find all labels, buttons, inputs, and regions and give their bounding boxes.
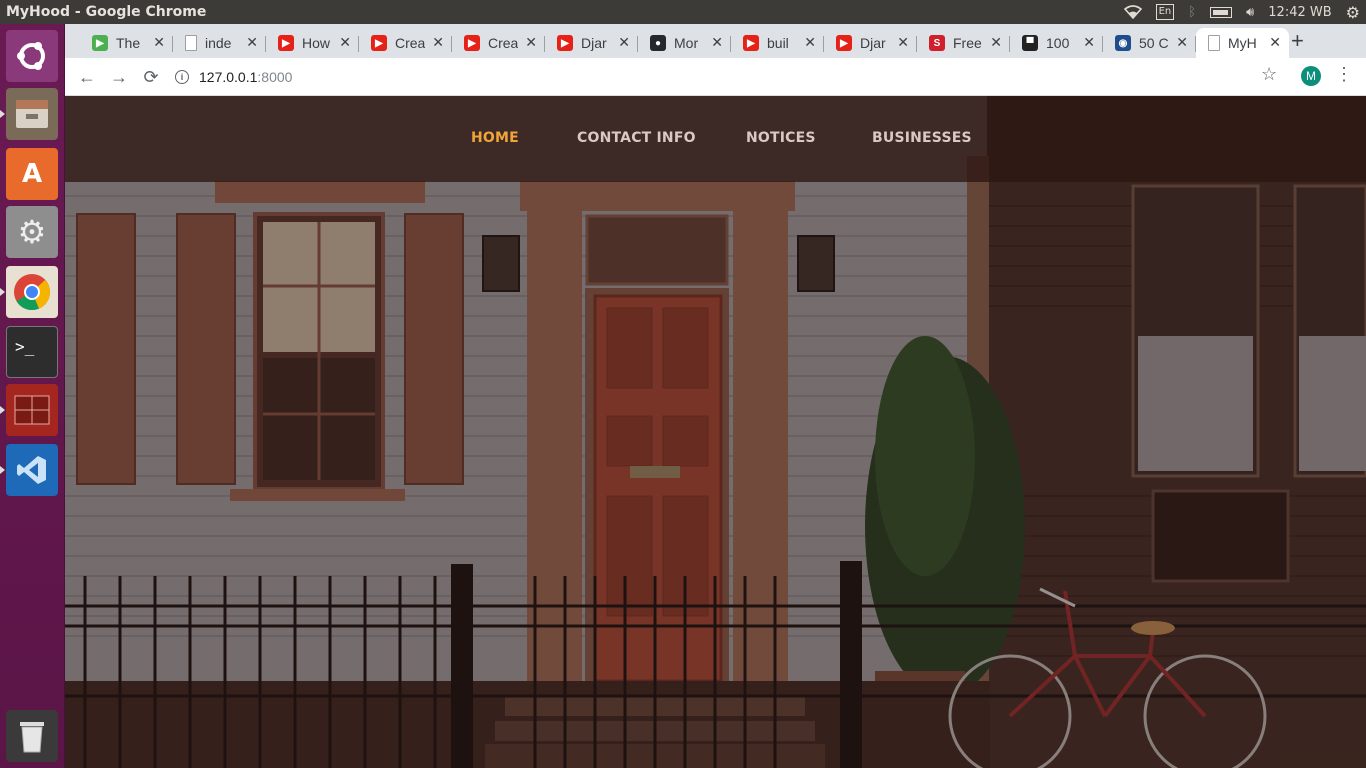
clock[interactable]: 12:42 WB [1268, 5, 1331, 20]
terminal-icon[interactable]: >_ [6, 326, 58, 378]
youtube-icon: ▶ [836, 35, 852, 51]
keyboard-layout-indicator[interactable]: En [1155, 4, 1175, 20]
tab-close-icon[interactable]: ✕ [432, 34, 444, 51]
back-button[interactable]: ← [75, 65, 99, 89]
tab-title: How [302, 35, 331, 51]
profile-avatar[interactable]: M [1301, 66, 1321, 86]
volume-icon[interactable]: 🔊︎ [1246, 5, 1254, 20]
browser-menu-icon[interactable]: ⋮ [1335, 64, 1353, 85]
youtube-icon: ▶ [464, 35, 480, 51]
nav-notices[interactable]: NOTICES [746, 130, 816, 146]
github-icon: ● [650, 35, 666, 51]
tab-close-icon[interactable]: ✕ [339, 34, 351, 51]
tab-title: 50 C [1139, 35, 1169, 51]
tab-close-icon[interactable]: ✕ [246, 34, 258, 51]
trash-icon[interactable] [6, 710, 58, 762]
files-icon[interactable] [0, 88, 58, 140]
site-info-icon[interactable]: i [175, 70, 189, 84]
tab-close-icon[interactable]: ✕ [1176, 34, 1188, 51]
play-icon: ▶ [92, 35, 108, 51]
address-bar[interactable]: i 127.0.0.1:8000 [175, 65, 292, 89]
unity-launcher: A ⚙ >_ [0, 24, 65, 768]
nav-home[interactable]: HOME [471, 130, 519, 146]
window-title: MyHood - Google Chrome [6, 4, 207, 20]
globe-icon: ◉ [1115, 35, 1131, 51]
tab-title: The [116, 35, 141, 51]
forward-button[interactable]: → [107, 65, 131, 89]
browser-tab[interactable]: ▶ Crea ✕ [359, 28, 452, 58]
youtube-icon: ▶ [371, 35, 387, 51]
tab-close-icon[interactable]: ✕ [1269, 34, 1281, 51]
tab-title: Djar [581, 35, 607, 51]
s-icon: S [929, 35, 945, 51]
browser-tab[interactable]: ▶ Djar ✕ [824, 28, 917, 58]
tab-title: buil [767, 35, 789, 51]
browser-tab[interactable]: ▶ Crea ✕ [452, 28, 545, 58]
vscode-icon[interactable] [0, 444, 58, 496]
tab-close-icon[interactable]: ✕ [153, 34, 165, 51]
reload-button[interactable]: ⟳ [139, 65, 163, 89]
tab-title: Free [953, 35, 982, 51]
software-center-icon[interactable]: A [6, 148, 58, 200]
browser-tab[interactable]: ▶ How ✕ [266, 28, 359, 58]
tab-close-icon[interactable]: ✕ [897, 34, 909, 51]
tab-title: Crea [395, 35, 425, 51]
bookmark-star-icon[interactable]: ☆ [1261, 64, 1277, 85]
browser-toolbar: ← → ⟳ i 127.0.0.1:8000 ☆ M ⋮ [65, 58, 1366, 96]
tab-title: 100 [1046, 35, 1070, 51]
ubuntu-top-panel: MyHood - Google Chrome En ᛒ 🔊︎ 12:42 WB … [0, 0, 1366, 24]
browser-tab[interactable]: ▶ Djar ✕ [545, 28, 638, 58]
tab-close-icon[interactable]: ✕ [804, 34, 816, 51]
chrome-icon[interactable] [0, 266, 58, 318]
battery-icon[interactable] [1210, 6, 1233, 18]
ubuntu-dash-icon[interactable] [6, 30, 58, 82]
new-tab-button[interactable]: + [1291, 28, 1304, 54]
system-settings-icon[interactable]: ⚙ [6, 206, 58, 258]
tab-title: Mor [674, 35, 699, 51]
browser-tab[interactable]: ◉ 50 C ✕ [1103, 28, 1196, 58]
tab-close-icon[interactable]: ✕ [990, 34, 1002, 51]
tab-title: MyH [1228, 35, 1257, 51]
browser-tab[interactable]: ▶ buil ✕ [731, 28, 824, 58]
page-icon [1208, 35, 1220, 51]
tab-close-icon[interactable]: ✕ [525, 34, 537, 51]
tab-title: inde [205, 35, 232, 51]
browser-tab[interactable]: inde ✕ [173, 28, 266, 58]
wifi-icon[interactable] [1123, 5, 1142, 19]
browser-tab[interactable]: ▀ 100 ✕ [1010, 28, 1103, 58]
url-host: 127.0.0.1 [199, 69, 258, 85]
browser-tab[interactable]: ▶ The ✕ [80, 28, 173, 58]
youtube-icon: ▶ [278, 35, 294, 51]
tab-close-icon[interactable]: ✕ [618, 34, 630, 51]
settings-gear-icon[interactable]: ⚙ [1346, 3, 1360, 22]
url-port: :8000 [257, 69, 293, 85]
tab-close-icon[interactable]: ✕ [1083, 34, 1095, 51]
browser-tab[interactable]: S Free ✕ [917, 28, 1010, 58]
page-icon [185, 35, 197, 51]
bluetooth-icon[interactable]: ᛒ [1188, 5, 1196, 20]
nav-contact-info[interactable]: CONTACT INFO [577, 130, 696, 146]
browser-tab[interactable]: MyH ✕ [1196, 28, 1289, 58]
tab-close-icon[interactable]: ✕ [711, 34, 723, 51]
youtube-icon: ▶ [557, 35, 573, 51]
nav-businesses[interactable]: BUSINESSES [872, 130, 972, 146]
terminator-icon[interactable] [0, 384, 58, 436]
tab-title: Crea [488, 35, 518, 51]
system-tray: En ᛒ 🔊︎ 12:42 WB ⚙ [1123, 0, 1360, 24]
image-tint-overlay [65, 96, 1366, 768]
tab-title: Djar [860, 35, 886, 51]
tab-strip: ▶ The ✕ inde ✕ ▶ How ✕ ▶ Crea ✕ ▶ Crea ✕ ▶ Djar ✕ ● Mor ✕ ▶ b… [65, 24, 1366, 58]
youtube-icon: ▶ [743, 35, 759, 51]
page-viewport: HOME CONTACT INFO NOTICES BUSINESSES [65, 96, 1366, 768]
box-icon: ▀ [1022, 35, 1038, 51]
browser-tab[interactable]: ● Mor ✕ [638, 28, 731, 58]
site-navbar: HOME CONTACT INFO NOTICES BUSINESSES [65, 96, 1366, 182]
